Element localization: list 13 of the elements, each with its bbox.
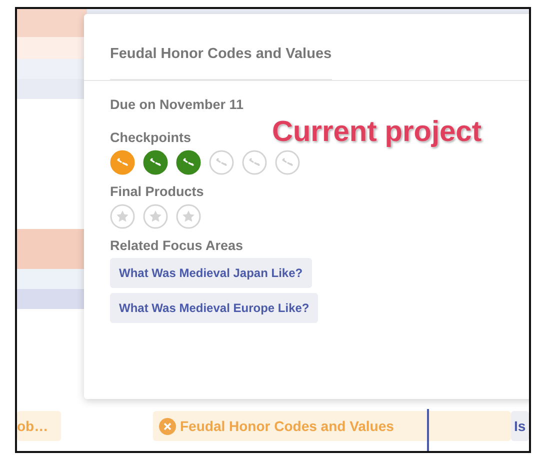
timeline-chip[interactable]: Is bbox=[511, 411, 529, 441]
popup-title: Feudal Honor Codes and Values bbox=[110, 46, 332, 80]
checkpoint-icon[interactable] bbox=[176, 150, 201, 175]
focus-area-link[interactable]: What Was Medieval Japan Like? bbox=[110, 258, 312, 288]
checkpoint-icon[interactable] bbox=[110, 150, 135, 175]
section-label: Related Focus Areas bbox=[110, 238, 244, 253]
close-icon[interactable] bbox=[159, 418, 176, 434]
checkpoint-icon[interactable] bbox=[143, 150, 168, 175]
annotation-text: Current project bbox=[272, 116, 482, 149]
focus-area-link[interactable]: What Was Medieval Europe Like? bbox=[110, 293, 318, 323]
due-date: Due on November 11 bbox=[110, 97, 244, 112]
section-label: Checkpoints bbox=[110, 130, 192, 145]
section-label: Final Products bbox=[110, 184, 204, 199]
